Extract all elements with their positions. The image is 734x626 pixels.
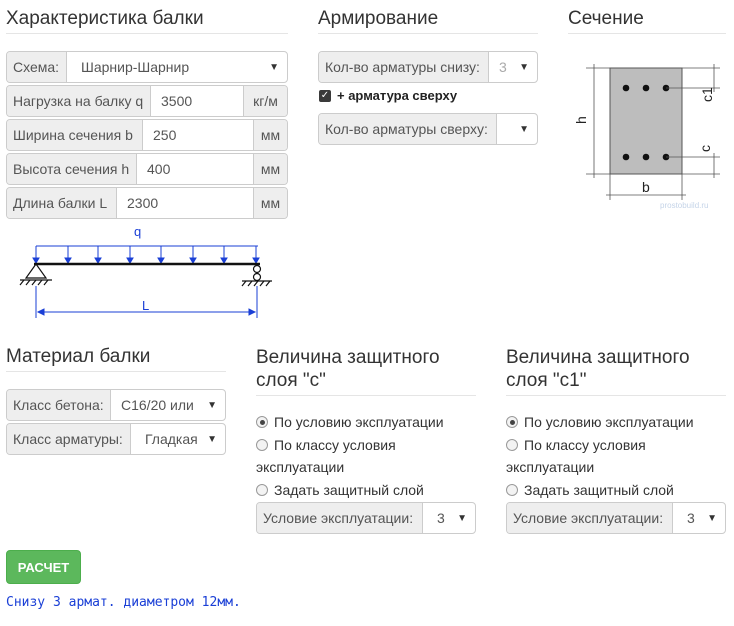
rebar-class-value-text: Гладкая <box>145 431 198 447</box>
beam-section-title: Характеристика балки <box>6 8 288 34</box>
cover-c-option-class-label-2: эксплуатации <box>256 459 345 475</box>
scheme-value[interactable]: Шарнир-Шарнир ▼ <box>67 52 287 82</box>
top-rebar-select[interactable]: Кол-во арматуры сверху: ▼ <box>318 113 538 145</box>
radio-icon[interactable] <box>506 484 518 496</box>
load-input[interactable]: 3500 <box>151 86 243 116</box>
cover-c-option-custom[interactable]: Задать защитный слой <box>256 479 424 501</box>
cover-c-condition-select[interactable]: Условие эксплуатации: 3 ▼ <box>256 502 476 534</box>
pin-support-left <box>19 262 52 286</box>
scheme-value-text: Шарнир-Шарнир <box>81 59 190 75</box>
height-input-group: Высота сечения h 400 мм <box>6 153 288 185</box>
cover-c-section-title: Величина защитного слоя "c" <box>256 346 476 396</box>
diagram-L-label: L <box>142 298 149 313</box>
cover-c-condition-value[interactable]: 3 ▼ <box>423 503 475 533</box>
rebar-class-label: Класс арматуры: <box>7 424 131 454</box>
length-label: Длина балки L <box>7 188 117 218</box>
height-unit: мм <box>253 154 287 184</box>
radio-icon[interactable] <box>506 439 518 451</box>
cover-c1-option-class-label: По классу условия <box>524 437 646 453</box>
chevron-down-icon: ▼ <box>269 61 279 73</box>
cover-c-option-operation-label: По условию эксплуатации <box>274 414 444 430</box>
cover-c-condition-label: Условие эксплуатации: <box>257 503 423 533</box>
cover-c1-title-line2: слоя "c1" <box>506 370 587 391</box>
length-unit: мм <box>253 188 287 218</box>
chevron-down-icon: ▼ <box>207 433 217 445</box>
diagram-q-label: q <box>134 224 141 239</box>
cover-c1-option-class-label-2: эксплуатации <box>506 459 595 475</box>
radio-selected-icon[interactable] <box>506 416 518 428</box>
chevron-down-icon: ▼ <box>519 123 529 135</box>
cover-c1-condition-select[interactable]: Условие эксплуатации: 3 ▼ <box>506 502 726 534</box>
material-section-title: Материал балки <box>6 346 226 372</box>
cover-c1-option-operation-label: По условию эксплуатации <box>524 414 694 430</box>
scheme-select[interactable]: Схема: Шарнир-Шарнир ▼ <box>6 51 288 83</box>
concrete-class-select[interactable]: Класс бетона: C16/20 или ▼ <box>6 389 226 421</box>
radio-icon[interactable] <box>256 439 268 451</box>
bottom-rebar-value[interactable]: 3 ▼ <box>489 52 537 82</box>
result-text: Снизу 3 армат. диаметром 12мм. <box>6 595 241 610</box>
scheme-label: Схема: <box>7 52 67 82</box>
cover-c-option-class[interactable]: По классу условия <box>256 434 476 456</box>
cover-c-option-operation[interactable]: По условию эксплуатации <box>256 411 444 433</box>
cover-c1-option-operation[interactable]: По условию эксплуатации <box>506 411 694 433</box>
cover-c1-condition-value[interactable]: 3 ▼ <box>673 503 725 533</box>
rebar-class-select[interactable]: Класс арматуры: Гладкая ▼ <box>6 423 226 455</box>
section-watermark: prostobuild.ru <box>660 201 708 210</box>
cover-c-option-custom-label: Задать защитный слой <box>274 482 424 498</box>
load-arrows <box>32 246 260 264</box>
section-c1-label: c1 <box>699 87 715 102</box>
cover-c-title-line1: Величина защитного <box>256 347 440 368</box>
load-label: Нагрузка на балку q <box>7 86 151 116</box>
top-rebar-label: Кол-во арматуры сверху: <box>319 114 497 144</box>
concrete-class-label: Класс бетона: <box>7 390 111 420</box>
calculate-button[interactable]: РАСЧЕТ <box>6 550 81 584</box>
chevron-down-icon: ▼ <box>457 512 467 524</box>
chevron-down-icon: ▼ <box>519 61 529 73</box>
top-rebar-checkbox[interactable]: ✓ + арматура сверху <box>319 88 457 103</box>
load-input-group: Нагрузка на балку q 3500 кг/м <box>6 85 288 117</box>
width-unit: мм <box>253 120 287 150</box>
width-input-group: Ширина сечения b 250 мм <box>6 119 288 151</box>
width-label: Ширина сечения b <box>7 120 143 150</box>
cover-c1-option-class[interactable]: По классу условия <box>506 434 646 456</box>
cover-c1-condition-label: Условие эксплуатации: <box>507 503 673 533</box>
height-input[interactable]: 400 <box>137 154 253 184</box>
load-unit: кг/м <box>243 86 287 116</box>
bottom-rebar-select[interactable]: Кол-во арматуры снизу: 3 ▼ <box>318 51 538 83</box>
reinforcement-section-title: Армирование <box>318 8 538 34</box>
width-input[interactable]: 250 <box>143 120 253 150</box>
cover-c1-option-class-line2: эксплуатации <box>506 456 594 478</box>
top-rebar-value[interactable]: ▼ <box>497 114 537 144</box>
beam-load-diagram: q L <box>19 224 272 318</box>
cover-c-condition-value-text: 3 <box>437 510 445 526</box>
cover-c1-condition-value-text: 3 <box>687 510 695 526</box>
height-label: Высота сечения h <box>7 154 137 184</box>
top-rebar-checkbox-label: + арматура сверху <box>337 88 458 103</box>
radio-selected-icon[interactable] <box>256 416 268 428</box>
bottom-rebar-value-text: 3 <box>499 59 507 75</box>
cover-c1-section-title: Величина защитного слоя "c1" <box>506 346 726 396</box>
bottom-rebar-label: Кол-во арматуры снизу: <box>319 52 489 82</box>
chevron-down-icon: ▼ <box>207 399 217 411</box>
section-b-label: b <box>642 179 650 195</box>
cross-section-title: Сечение <box>568 8 726 34</box>
cross-section-diagram: h b c1 c prostobuild.ru <box>574 64 720 210</box>
section-c-label: c <box>697 145 713 152</box>
concrete-class-value-text: C16/20 или <box>121 397 194 413</box>
section-h-label: h <box>574 116 589 124</box>
radio-icon[interactable] <box>256 484 268 496</box>
concrete-class-value[interactable]: C16/20 или ▼ <box>111 390 225 420</box>
cover-c-title-line2: слоя "c" <box>256 370 326 391</box>
cover-c1-option-custom[interactable]: Задать защитный слой <box>506 479 674 501</box>
length-input-group: Длина балки L 2300 мм <box>6 187 288 219</box>
rebar-class-value[interactable]: Гладкая ▼ <box>131 424 225 454</box>
roller-support-right <box>241 264 272 287</box>
cover-c1-title-line1: Величина защитного <box>506 347 690 368</box>
cover-c-option-class-line2: эксплуатации <box>256 456 344 478</box>
cover-c1-option-custom-label: Задать защитный слой <box>524 482 674 498</box>
length-input[interactable]: 2300 <box>117 188 253 218</box>
chevron-down-icon: ▼ <box>707 512 717 524</box>
cover-c-option-class-label: По классу условия <box>274 437 396 453</box>
checkmark-icon[interactable]: ✓ <box>319 89 331 102</box>
